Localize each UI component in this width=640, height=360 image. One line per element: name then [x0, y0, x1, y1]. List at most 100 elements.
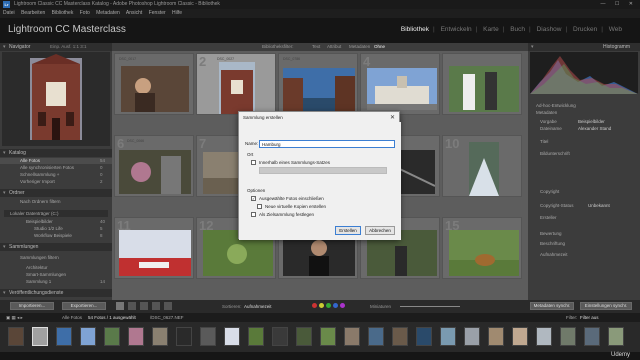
filmstrip-source[interactable]: Alle Fotos	[62, 313, 82, 322]
folders-header[interactable]: Ordner	[0, 189, 112, 197]
menu-bibliothek[interactable]: Bibliothek	[52, 10, 74, 16]
filmstrip-thumb[interactable]	[272, 327, 288, 346]
grid-view-icon[interactable]	[116, 302, 124, 310]
label-red-icon[interactable]	[312, 303, 317, 308]
navigator-preview[interactable]	[2, 52, 110, 146]
catalog-item-synced[interactable]: Alle synchronisierten Fotos	[20, 165, 74, 170]
grid-cell-6[interactable]: 6 DSC_0066	[114, 135, 194, 197]
grid-cell-2[interactable]: 2 DSC_0027	[196, 53, 276, 115]
window-controls[interactable]: — ☐ ✕	[601, 0, 637, 9]
menu-datei[interactable]: Datei	[3, 10, 15, 16]
collection-1[interactable]: Sammlung 1	[26, 279, 51, 284]
label-yellow-icon[interactable]	[319, 303, 324, 308]
grid-cell-3[interactable]: DSC_0786	[278, 53, 358, 115]
loupe-view-icon[interactable]	[128, 302, 136, 310]
filter-attribute[interactable]: Attribut	[327, 43, 341, 51]
filmstrip-thumb[interactable]	[344, 327, 360, 346]
folder-beispielbilder[interactable]: Beispielbilder	[26, 219, 53, 224]
sync-settings-button[interactable]: Einstellungen synchr.	[580, 302, 632, 310]
folder-volume[interactable]: Lokaler Datenträger (C:)	[10, 211, 59, 216]
catalog-header[interactable]: Katalog	[0, 149, 112, 157]
filmstrip-thumb[interactable]	[416, 327, 432, 346]
filmstrip-thumb[interactable]	[8, 327, 24, 346]
create-button[interactable]: Erstellen	[335, 226, 361, 235]
grid-cell-4[interactable]: 4	[360, 53, 440, 115]
virtual-copies-checkbox[interactable]	[257, 204, 262, 209]
folder-workflow[interactable]: Workflow Beispiele	[34, 233, 72, 238]
export-button[interactable]: Exportieren...	[62, 302, 106, 310]
people-view-icon[interactable]	[164, 302, 172, 310]
collection-name-input[interactable]	[259, 140, 395, 148]
collection-architektur[interactable]: Architektur	[26, 265, 48, 270]
import-button[interactable]: Importieren...	[10, 302, 54, 310]
catalog-item-quick[interactable]: Schnellsammlung +	[20, 172, 59, 177]
menu-hilfe[interactable]: Hilfe	[172, 10, 182, 16]
menu-metadaten[interactable]: Metadaten	[96, 10, 120, 16]
filter-metadata[interactable]: Metadaten	[349, 43, 370, 51]
filmstrip-thumb[interactable]	[248, 327, 264, 346]
catalog-item-all[interactable]: Alle Fotos	[20, 158, 40, 163]
module-diashow[interactable]: Diashow	[537, 26, 562, 33]
filmstrip-thumb[interactable]	[200, 327, 216, 346]
filmstrip-thumb[interactable]	[224, 327, 240, 346]
dialog-close-icon[interactable]: ✕	[390, 114, 395, 121]
grid-cell-10[interactable]: 10	[442, 135, 522, 197]
module-entwickeln[interactable]: Entwickeln	[441, 26, 472, 33]
folder-studio[interactable]: Studio 1/2 Life	[34, 226, 63, 231]
module-buch[interactable]: Buch	[510, 26, 525, 33]
label-blue-icon[interactable]	[333, 303, 338, 308]
grid-cell-5[interactable]	[442, 53, 522, 115]
menu-ansicht[interactable]: Ansicht	[126, 10, 142, 16]
collections-header[interactable]: Sammlungen	[0, 243, 112, 251]
module-web[interactable]: Web	[609, 26, 622, 33]
survey-view-icon[interactable]	[152, 302, 160, 310]
grid-cell-15[interactable]: 15	[442, 217, 522, 279]
navigator-zoom-options[interactable]: Einp. Ausf. 1:1 3:1	[50, 44, 87, 49]
filmstrip-thumb[interactable]	[176, 327, 192, 346]
filmstrip-thumb[interactable]	[368, 327, 384, 346]
filmstrip-thumb[interactable]	[584, 327, 600, 346]
filmstrip-thumb[interactable]	[440, 327, 456, 346]
inside-set-checkbox[interactable]	[251, 160, 256, 165]
filmstrip-thumb[interactable]	[104, 327, 120, 346]
label-purple-icon[interactable]	[340, 303, 345, 308]
filmstrip-thumb[interactable]	[152, 327, 168, 346]
catalog-item-previous[interactable]: Vorheriger Import	[20, 179, 55, 184]
filmstrip-thumb[interactable]	[80, 327, 96, 346]
compare-view-icon[interactable]	[140, 302, 148, 310]
publish-header[interactable]: Veröffentlichungsdienste	[0, 289, 112, 297]
grid-cell-11[interactable]: 11	[114, 217, 194, 279]
filmstrip-thumb[interactable]	[608, 327, 624, 346]
filmstrip-thumb[interactable]	[512, 327, 528, 346]
thumbnail-size-slider[interactable]	[400, 306, 460, 307]
include-selected-checkbox[interactable]: ✓	[251, 196, 256, 201]
folders-filter[interactable]: Nach Ordnern filtern	[20, 199, 61, 204]
module-bibliothek[interactable]: Bibliothek	[401, 26, 429, 33]
filmstrip-thumb[interactable]	[296, 327, 312, 346]
filmstrip-thumb[interactable]	[56, 327, 72, 346]
collection-smart[interactable]: Smart-Sammlungen	[26, 272, 66, 277]
sort-select[interactable]: Aufnahmezeit	[244, 304, 272, 309]
collections-filter[interactable]: Sammlungen filtern	[20, 255, 59, 260]
histogram-header[interactable]: Histogramm	[528, 43, 640, 51]
quick-develop-header[interactable]: Ad-hoc-Entwicklung	[536, 103, 576, 108]
module-karte[interactable]: Karte	[483, 26, 499, 33]
menu-bearbeiten[interactable]: Bearbeiten	[21, 10, 45, 16]
filmstrip-thumb[interactable]	[560, 327, 576, 346]
filmstrip-thumb[interactable]	[488, 327, 504, 346]
grid-cell-1[interactable]: DSC_0017	[114, 53, 194, 115]
filmstrip-thumb[interactable]	[536, 327, 552, 346]
filter-none[interactable]: Ohne	[374, 43, 385, 51]
filmstrip-thumb[interactable]	[128, 327, 144, 346]
filmstrip-nav-icons[interactable]: ▣ ▦ ◂ ▸	[6, 313, 23, 322]
target-collection-checkbox[interactable]	[251, 212, 256, 217]
metadata-header[interactable]: Metadaten	[536, 110, 557, 115]
filmstrip-filter-select[interactable]: Filter aus	[580, 313, 599, 322]
cancel-button[interactable]: Abbrechen	[365, 226, 395, 235]
filmstrip-thumb[interactable]	[320, 327, 336, 346]
filmstrip-thumb[interactable]	[464, 327, 480, 346]
sync-metadata-button[interactable]: Metadaten synchr.	[530, 302, 574, 310]
menu-foto[interactable]: Foto	[80, 10, 90, 16]
menu-fenster[interactable]: Fenster	[149, 10, 166, 16]
filmstrip-thumb[interactable]	[392, 327, 408, 346]
